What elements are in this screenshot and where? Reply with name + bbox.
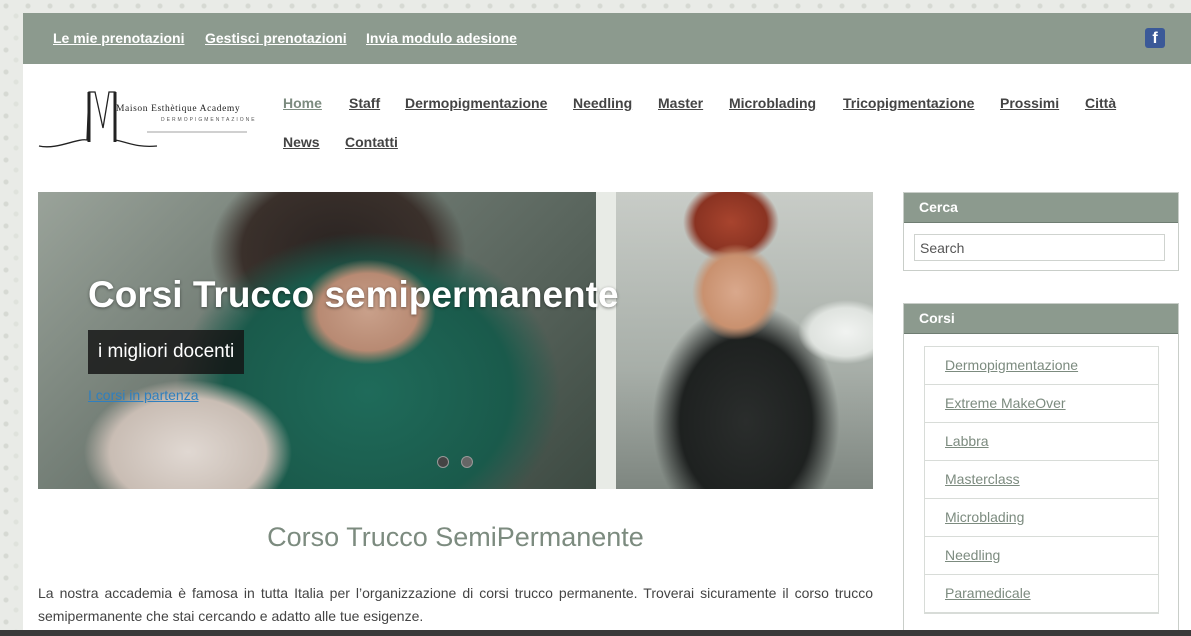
logo-tagline: DERMOPIGMENTAZIONE (161, 117, 257, 123)
manage-bookings-link[interactable]: Gestisci prenotazioni (205, 30, 347, 46)
slide-subtitle: i migliori docenti (88, 330, 245, 374)
hero-slider[interactable]: Corsi Trucco semipermanente i migliori d… (38, 192, 873, 489)
list-item: Extreme MakeOver (925, 385, 1158, 423)
content-text: La nostra accademia è famosa in tutta It… (38, 585, 873, 624)
nav-news[interactable]: News (283, 134, 320, 150)
list-item: Needling (925, 537, 1158, 575)
nav-staff[interactable]: Staff (349, 95, 380, 111)
nav-prossimi[interactable]: Prossimi (1000, 95, 1059, 111)
course-link-labbra[interactable]: Labbra (945, 433, 989, 449)
nav-contatti[interactable]: Contatti (345, 134, 398, 150)
slider-dot-1[interactable] (437, 456, 449, 468)
top-bar: Le mie prenotazioni Gestisci prenotazion… (23, 13, 1191, 64)
nav-tricopigmentazione[interactable]: Tricopigmentazione (843, 95, 974, 111)
course-link-microblading[interactable]: Microblading (945, 509, 1024, 525)
logo[interactable]: Maison Esthètique Academy DERMOPIGMENTAZ… (37, 88, 269, 152)
course-link-masterclass[interactable]: Masterclass (945, 471, 1020, 487)
search-input[interactable] (914, 234, 1165, 261)
send-form-link[interactable]: Invia modulo adesione (366, 30, 517, 46)
list-item: Paramedicale (925, 575, 1158, 613)
courses-widget: Corsi Dermopigmentazione Extreme MakeOve… (903, 303, 1179, 636)
list-item: Masterclass (925, 461, 1158, 499)
nav-dermopigmentazione[interactable]: Dermopigmentazione (405, 95, 547, 111)
search-widget: Cerca (903, 192, 1179, 271)
slide-title: Corsi Trucco semipermanente (88, 274, 619, 315)
slide-link[interactable]: I corsi in partenza (88, 387, 199, 403)
courses-widget-title: Corsi (904, 304, 1178, 334)
nav-needling[interactable]: Needling (573, 95, 632, 111)
nav-master[interactable]: Master (658, 95, 703, 111)
courses-list: Dermopigmentazione Extreme MakeOver Labb… (924, 346, 1159, 614)
facebook-icon[interactable]: f (1145, 28, 1165, 48)
search-widget-title: Cerca (904, 193, 1178, 223)
list-item: Dermopigmentazione (925, 347, 1158, 385)
list-item: Microblading (925, 499, 1158, 537)
nav-microblading[interactable]: Microblading (729, 95, 816, 111)
course-link-dermopigmentazione[interactable]: Dermopigmentazione (945, 357, 1078, 373)
logo-name: Maison Esthètique Academy (116, 104, 241, 114)
header: Maison Esthètique Academy DERMOPIGMENTAZ… (23, 64, 1191, 192)
my-bookings-link[interactable]: Le mie prenotazioni (53, 30, 184, 46)
slider-dot-2[interactable] (461, 456, 473, 468)
browser-status-bar (0, 630, 1191, 636)
slide-photo-divider (596, 192, 616, 489)
nav-citta[interactable]: Città (1085, 95, 1116, 111)
course-link-extreme-makeover[interactable]: Extreme MakeOver (945, 395, 1066, 411)
nav-home[interactable]: Home (283, 95, 322, 111)
slide-photo-right (616, 192, 873, 489)
course-link-needling[interactable]: Needling (945, 547, 1000, 563)
course-link-paramedicale[interactable]: Paramedicale (945, 585, 1031, 601)
page: Le mie prenotazioni Gestisci prenotazion… (23, 13, 1191, 636)
list-item: Labbra (925, 423, 1158, 461)
content-title: Corso Trucco SemiPermanente (267, 522, 644, 552)
